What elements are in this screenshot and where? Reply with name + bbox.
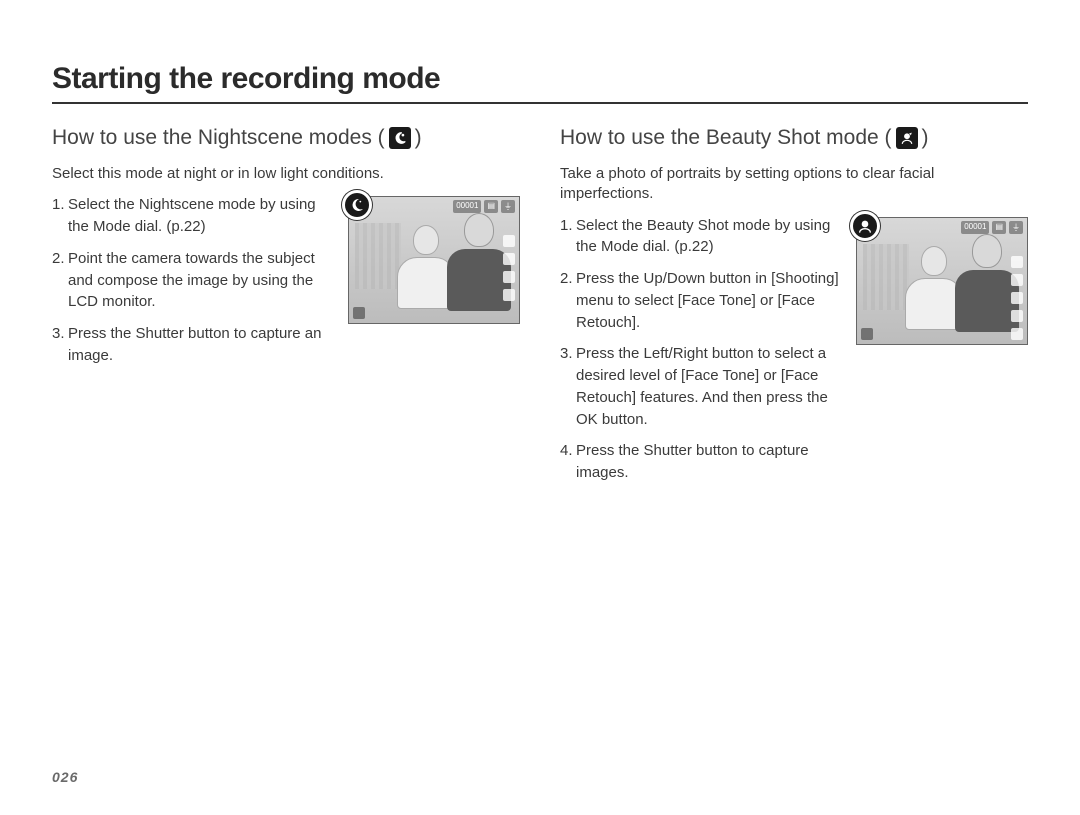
step-number: 1. xyxy=(560,215,576,259)
beauty-face-icon xyxy=(896,127,918,149)
section-heading-nightscene: How to use the Nightscene modes ( ) xyxy=(52,126,520,150)
step-number: 1. xyxy=(52,194,68,238)
left-column: How to use the Nightscene modes ( ) Sele… xyxy=(52,126,520,494)
step-text: Press the Shutter button to capture an i… xyxy=(68,323,334,367)
preview-thumbnail-nightscene: ⤢ 00001 ▤ ⏚ xyxy=(348,196,520,324)
photo-building xyxy=(863,244,909,310)
manual-page: Starting the recording mode How to use t… xyxy=(0,0,1080,815)
step-text: Point the camera towards the subject and… xyxy=(68,248,334,313)
nightscene-icon xyxy=(389,127,411,149)
step-text: Select the Beauty Shot mode by using the… xyxy=(576,215,842,259)
intro-text-right: Take a photo of portraits by setting opt… xyxy=(560,164,1000,205)
list-item: 3.Press the Left/Right button to select … xyxy=(560,343,842,430)
list-item: 3.Press the Shutter button to capture an… xyxy=(52,323,334,367)
heading-text-post: ) xyxy=(922,126,929,150)
thumbnail-frame: ⤢ 00001 ▤ ⏚ xyxy=(348,196,520,324)
step-number: 2. xyxy=(52,248,68,313)
list-item: 1.Select the Beauty Shot mode by using t… xyxy=(560,215,842,259)
photo-building xyxy=(355,223,401,289)
heading-text-post: ) xyxy=(415,126,422,150)
step-number: 2. xyxy=(560,268,576,333)
section-heading-beautyshot: How to use the Beauty Shot mode ( ) xyxy=(560,126,1028,150)
intro-text-left: Select this mode at night or in low ligh… xyxy=(52,164,492,184)
step-text: Press the Left/Right button to select a … xyxy=(576,343,842,430)
steps-list-left: 1.Select the Nightscene mode by using th… xyxy=(52,194,334,376)
body-row-left: 1.Select the Nightscene mode by using th… xyxy=(52,194,520,376)
thumbnail-frame: ⤢ 00001 ▤ ⏚ xyxy=(856,217,1028,345)
step-text: Press the Shutter button to capture imag… xyxy=(576,440,842,484)
list-item: 1.Select the Nightscene mode by using th… xyxy=(52,194,334,238)
photo-person-groom xyxy=(447,213,511,317)
list-item: 2.Press the Up/Down button in [Shooting]… xyxy=(560,268,842,333)
page-number: 026 xyxy=(52,769,78,785)
mode-dial-badge-beautyshot xyxy=(850,211,880,241)
step-number: 4. xyxy=(560,440,576,484)
list-item: 2.Point the camera towards the subject a… xyxy=(52,248,334,313)
preview-thumbnail-beautyshot: ⤢ 00001 ▤ ⏚ xyxy=(856,217,1028,345)
body-row-right: 1.Select the Beauty Shot mode by using t… xyxy=(560,215,1028,494)
step-text: Press the Up/Down button in [Shooting] m… xyxy=(576,268,842,333)
steps-list-right: 1.Select the Beauty Shot mode by using t… xyxy=(560,215,842,494)
step-number: 3. xyxy=(560,343,576,430)
photo-person-groom xyxy=(955,234,1019,338)
step-number: 3. xyxy=(52,323,68,367)
heading-text-pre: How to use the Nightscene modes ( xyxy=(52,126,385,150)
page-title: Starting the recording mode xyxy=(52,62,1028,104)
heading-text-pre: How to use the Beauty Shot mode ( xyxy=(560,126,892,150)
right-column: How to use the Beauty Shot mode ( ) Take… xyxy=(560,126,1028,494)
list-item: 4.Press the Shutter button to capture im… xyxy=(560,440,842,484)
step-text: Select the Nightscene mode by using the … xyxy=(68,194,334,238)
content-columns: How to use the Nightscene modes ( ) Sele… xyxy=(52,126,1028,494)
